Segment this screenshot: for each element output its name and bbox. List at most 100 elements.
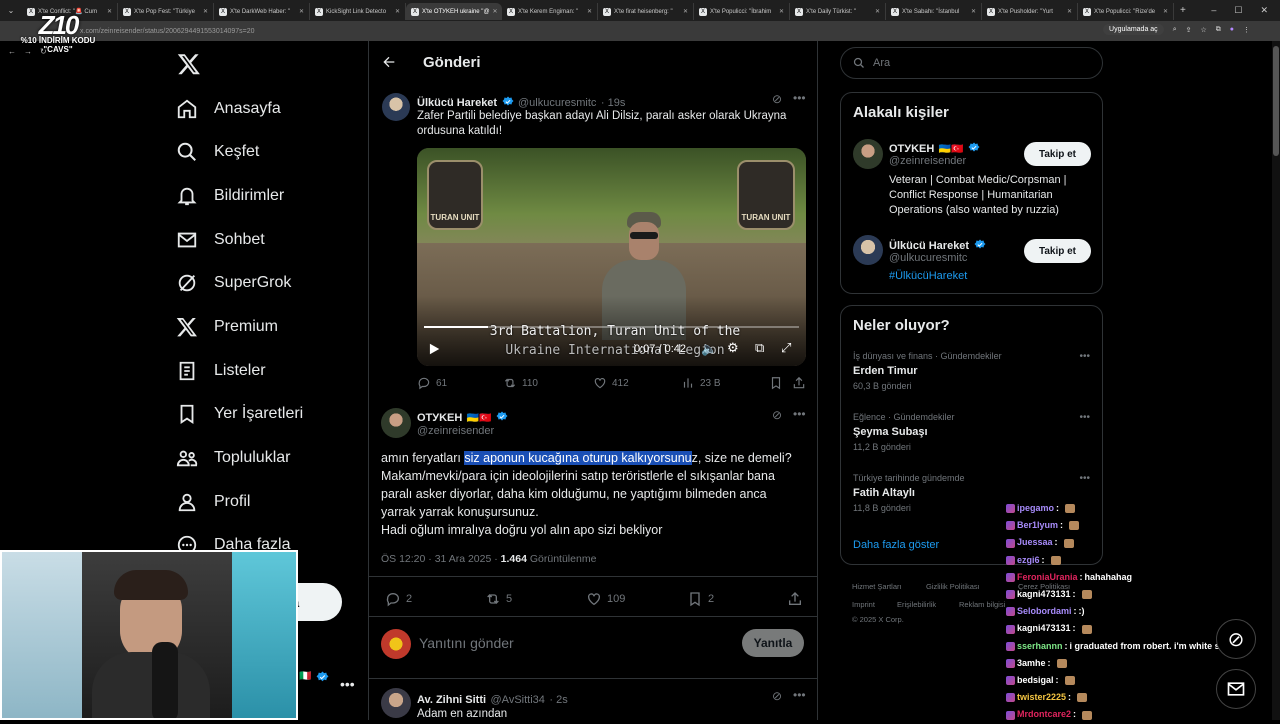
scrollbar-thumb[interactable] [1273,46,1279,156]
avatar[interactable] [381,408,411,438]
zoom-icon[interactable]: ⌕ [1173,26,1177,34]
nav-item-x[interactable]: Premium [176,312,278,342]
avatar[interactable] [381,688,411,718]
chat-username[interactable]: kagni473131 [1017,620,1071,637]
fullscreen-icon[interactable]: ⤢ [781,340,791,356]
avatar[interactable] [853,235,883,265]
repost-action[interactable]: 110 [503,376,538,390]
profile-icon[interactable]: ● [1230,26,1234,33]
chat-username[interactable]: 3amhe [1017,655,1046,672]
browser-tab[interactable]: X X'te Kerem Engiman: " ✕ [502,3,598,20]
hashtag-link[interactable]: #ÜlkücüHareket [889,270,967,282]
reply-button[interactable]: Yanıtla [742,629,804,657]
nav-item-bookmark[interactable]: Yer İşaretleri [176,399,303,429]
footer-link[interactable]: Reklam bilgisi [959,600,1005,609]
post-timestamp[interactable]: ÖS 12:20 · 31 Ara 2025 · [381,553,501,565]
grok-fab[interactable]: ⊘ [1216,619,1256,659]
reply-action[interactable]: 61 [417,376,447,390]
grok-icon[interactable]: ⊘ [772,408,782,422]
close-tab-icon[interactable]: ✕ [1067,8,1072,15]
more-icon[interactable]: ••• [793,91,806,105]
back-arrow-icon[interactable] [381,54,397,70]
more-icon[interactable]: ••• [1079,351,1090,362]
reply-input[interactable]: Yanıtını gönder [419,635,514,651]
volume-icon[interactable]: 🔈 [701,341,717,357]
close-tab-icon[interactable]: ✕ [1163,8,1168,15]
related-person-name[interactable]: Ülkücü Hareket [889,240,969,252]
close-tab-icon[interactable]: ✕ [875,8,880,15]
post-author-name[interactable]: OTУKEH [417,412,462,424]
footer-link[interactable]: Erişilebilirlik [897,600,936,609]
settings-icon[interactable]: ⚙ [727,340,739,356]
nav-item-people[interactable]: Topluluklar [176,443,290,473]
more-icon[interactable]: ••• [793,688,806,702]
like-action[interactable]: 412 [593,376,629,390]
grok-icon[interactable]: ⊘ [772,689,782,703]
browser-tab[interactable]: X KickSight Link Detecto ✕ [310,3,406,20]
extensions-icon[interactable]: ⧉ [1216,26,1221,34]
nav-item-bell[interactable]: Bildirimler [176,181,284,211]
show-more-link[interactable]: Daha fazla göster [853,539,939,551]
messages-fab[interactable] [1216,669,1256,709]
chat-username[interactable]: twister2225 [1017,689,1066,706]
menu-icon[interactable]: ⋮ [1243,26,1250,34]
browser-tab[interactable]: X X'te Populicci: "Rize'de ✕ [1078,3,1174,20]
nav-item-mail[interactable]: Sohbet [176,225,265,255]
nav-item-grok[interactable]: SuperGrok [176,268,291,298]
browser-tab[interactable]: X X'te Daily Türkist: " ✕ [790,3,886,20]
quoted-author-name[interactable]: Ülkücü Hareket [417,97,497,109]
browser-tab[interactable]: X X'te Populicci: "İbrahim ✕ [694,3,790,20]
chat-username[interactable]: Juessaa [1017,534,1053,551]
quoted-author-handle[interactable]: @ulkucuresmitc [518,97,596,109]
account-more-icon[interactable]: ••• [340,676,355,692]
avatar[interactable] [853,139,883,169]
like-action[interactable]: 109 [586,591,625,607]
grok-icon[interactable]: ⊘ [772,92,782,106]
browser-tab[interactable]: X X'te Pusholder: "Yurt ✕ [982,3,1078,20]
open-in-app-chip[interactable]: Uygulamada aç [1103,24,1164,35]
more-icon[interactable]: ••• [793,407,806,421]
quoted-time[interactable]: 19s [608,97,626,109]
more-icon[interactable]: ••• [1079,412,1090,423]
views-action[interactable]: 23 B [681,376,721,390]
chat-username[interactable]: ezgi6 [1017,552,1040,569]
related-person-handle[interactable]: @zeinreisender [889,155,966,167]
new-tab-button[interactable]: + [1180,5,1186,16]
reply-author-name[interactable]: Av. Zihni Sitti [417,694,486,706]
close-tab-icon[interactable]: ✕ [493,8,498,15]
url-field[interactable]: x.com/zeinreisender/status/2006294491553… [80,28,255,35]
close-tab-icon[interactable]: ✕ [971,8,976,15]
related-person-handle[interactable]: @ulkucuresmitc [889,252,967,264]
chat-username[interactable]: Selobordami [1017,603,1072,620]
follow-button[interactable]: Takip et [1024,142,1091,166]
reply-author-handle[interactable]: @AvSitti34 [491,694,545,706]
maximize-button[interactable]: ☐ [1234,5,1242,16]
share-icon[interactable]: ⇪ [1186,26,1192,34]
browser-tab[interactable]: X X'te Sabahı: "İstanbul ✕ [886,3,982,20]
video-progress-track[interactable] [424,326,799,328]
post-author-handle[interactable]: @zeinreisender [417,425,494,437]
more-icon[interactable]: ••• [1079,473,1090,484]
share-icon[interactable] [787,591,803,607]
avatar[interactable] [382,93,410,121]
close-window-button[interactable]: ✕ [1260,5,1268,16]
close-tab-icon[interactable]: ✕ [779,8,784,15]
browser-tab[interactable]: X X'te firat heisenberg: " ✕ [598,3,694,20]
chat-username[interactable]: FeroniaUrania [1017,569,1078,586]
follow-button[interactable]: Takip et [1024,239,1091,263]
reply-action[interactable]: 2 [385,591,412,607]
share-icon[interactable] [792,376,806,390]
trend-item[interactable]: Eğlence · Gündemdekiler Şeyma Subaşı 11,2 … [853,412,1092,452]
star-icon[interactable]: ☆ [1200,26,1206,34]
minimize-button[interactable]: – [1211,5,1216,16]
video-player[interactable]: TURAN UNIT TURAN UNIT 3rd Battalion, Tur… [417,148,806,366]
nav-item-list[interactable]: Listeler [176,356,266,386]
close-tab-icon[interactable]: ✕ [683,8,688,15]
search-input[interactable]: Ara [840,47,1103,79]
repost-action[interactable]: 5 [485,591,512,607]
bookmark-action[interactable]: 2 [687,591,714,607]
chat-username[interactable]: kagni473131 [1017,586,1071,603]
browser-tab[interactable]: X X'te OTУKEH ukraine "@ ✕ [406,3,502,20]
chat-username[interactable]: Ber1lyum [1017,517,1058,534]
chat-username[interactable]: sserhannn [1017,638,1063,655]
